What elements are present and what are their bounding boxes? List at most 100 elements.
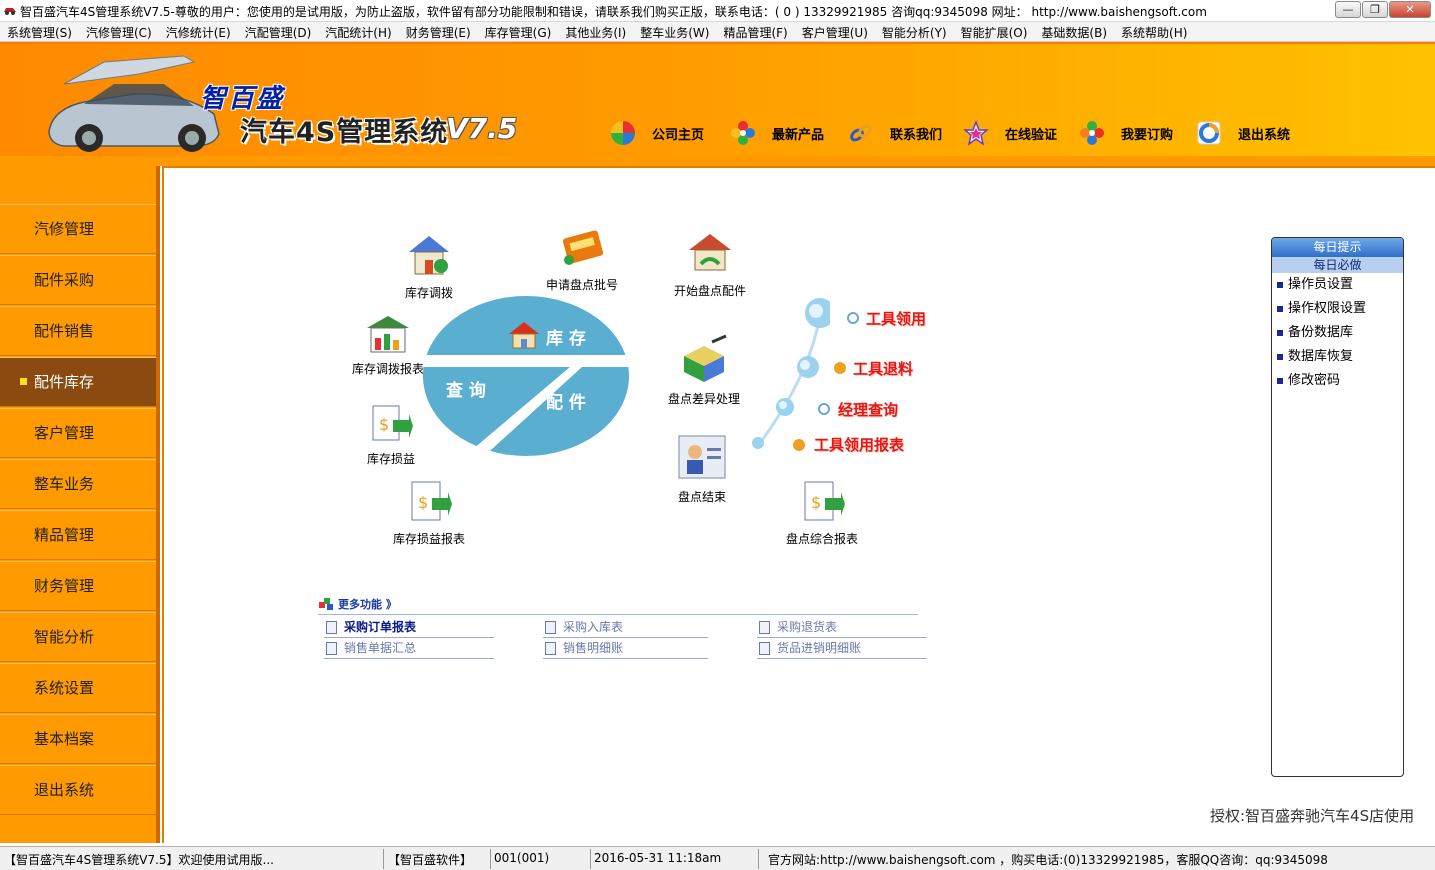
tip-operator-settings[interactable]: 操作员设置 <box>1272 273 1403 297</box>
stock-transfer-button[interactable]: 库存调拨 <box>398 232 460 301</box>
nav-new-products[interactable]: 最新产品 <box>730 118 824 148</box>
disc-left-text: 查 询 <box>446 381 486 401</box>
sidebar-item-customer[interactable]: 客户管理 <box>0 408 156 458</box>
menu-vehicle[interactable]: 整车业务(W) <box>633 22 716 41</box>
nav-online-verify[interactable]: 在线验证 <box>963 118 1057 148</box>
sidebar-item-boutique[interactable]: 精品管理 <box>0 510 156 560</box>
count-end-button[interactable]: 盘点结束 <box>664 430 740 505</box>
tip-label: 修改密码 <box>1288 373 1341 388</box>
money-arrow-report-icon: $ <box>411 481 452 521</box>
sidebar-item-finance[interactable]: 财务管理 <box>0 561 156 611</box>
menu-analysis[interactable]: 智能分析(Y) <box>875 22 954 41</box>
purchase-receipt-link[interactable]: 采购入库表 <box>543 618 708 638</box>
sidebar-item-sales[interactable]: 配件销售 <box>0 306 156 356</box>
tip-restore-database[interactable]: 数据库恢复 <box>1272 345 1403 369</box>
sidebar-item-analysis[interactable]: 智能分析 <box>0 612 156 662</box>
apply-count-batch-label: 申请盘点批号 <box>545 278 618 292</box>
count-summary-label: 盘点综合报表 <box>785 532 858 546</box>
more-functions-title[interactable]: 更多功能 》 <box>318 596 397 612</box>
document-icon <box>545 642 556 655</box>
close-button[interactable]: ✕ <box>1389 1 1431 18</box>
sales-summary-link[interactable]: 销售单据汇总 <box>324 639 494 659</box>
count-end-label: 盘点结束 <box>677 490 726 504</box>
sidebar-item-inventory[interactable]: 配件库存 <box>0 357 156 407</box>
disc-top-text: 库 存 <box>546 329 586 349</box>
nav-order[interactable]: 我要订购 <box>1079 118 1173 148</box>
money-arrow-icon: $ <box>372 405 413 441</box>
nav-order-label: 我要订购 <box>1121 127 1174 143</box>
sales-detail-link[interactable]: 销售明细账 <box>543 639 708 659</box>
menu-parts[interactable]: 汽配管理(D) <box>238 22 319 41</box>
chain-icon <box>850 124 872 142</box>
document-icon <box>759 642 770 655</box>
version-label: V7.5 <box>446 112 518 145</box>
document-icon <box>326 621 337 634</box>
star-icon <box>963 120 989 146</box>
start-count-button[interactable]: 开始盘点配件 <box>672 230 748 299</box>
nav-exit-system-label: 退出系统 <box>1238 127 1291 143</box>
purchase-order-report-link[interactable]: 采购订单报表 <box>324 618 494 638</box>
tip-change-password[interactable]: 修改密码 <box>1272 369 1403 393</box>
status-welcome: 【智百盛汽车4S管理系统V7.5】欢迎使用试用版... <box>4 853 274 867</box>
count-diff-button[interactable]: 盘点差异处理 <box>664 334 744 407</box>
nav-exit-system[interactable]: 退出系统 <box>1196 118 1290 148</box>
link-label: 采购退货表 <box>777 620 838 634</box>
menu-repair[interactable]: 汽修管理(C) <box>79 22 159 41</box>
stock-pl-report-button[interactable]: $ 库存损益报表 <box>390 478 468 547</box>
purchase-return-link[interactable]: 采购退货表 <box>757 618 927 638</box>
menu-repair-stats[interactable]: 汽修统计(E) <box>159 22 238 41</box>
sidebar-item-vehicle[interactable]: 整车业务 <box>0 459 156 509</box>
menu-boutique[interactable]: 精品管理(F) <box>716 22 794 41</box>
tool-issue-link[interactable]: 工具领用 <box>866 308 926 329</box>
goods-ledger-link[interactable]: 货品进销明细账 <box>757 639 927 659</box>
status-divider <box>758 849 759 869</box>
sidebar-item-label: 智能分析 <box>34 628 95 646</box>
tool-return-link[interactable]: 工具退料 <box>853 358 913 379</box>
menu-other[interactable]: 其他业务(I) <box>558 22 633 41</box>
menu-inventory[interactable]: 库存管理(G) <box>478 22 559 41</box>
menu-customer[interactable]: 客户管理(U) <box>795 22 875 41</box>
transfer-report-button[interactable]: 库存调拨报表 <box>348 314 428 377</box>
tool-issue-report-link[interactable]: 工具领用报表 <box>814 434 904 455</box>
link-label: 采购订单报表 <box>344 620 417 634</box>
tool-bullet-icon <box>834 362 846 374</box>
tip-permission-settings[interactable]: 操作权限设置 <box>1272 297 1403 321</box>
status-divider <box>590 849 591 869</box>
nav-contact-us[interactable]: 联系我们 <box>848 118 942 148</box>
house-icon <box>509 322 539 349</box>
sidebar-item-label: 系统设置 <box>34 679 95 697</box>
status-divider <box>383 849 384 869</box>
sidebar-item-repair[interactable]: 汽修管理 <box>0 204 156 254</box>
link-label: 销售单据汇总 <box>344 641 417 655</box>
menu-system[interactable]: 系统管理(S) <box>0 22 79 41</box>
apply-count-batch-button[interactable]: 申请盘点批号 <box>540 224 624 293</box>
nav-company-home[interactable]: 公司主页 <box>610 118 704 148</box>
sidebar-item-archives[interactable]: 基本档案 <box>0 714 156 764</box>
sidebar-item-settings[interactable]: 系统设置 <box>0 663 156 713</box>
bullet-icon <box>1277 306 1283 312</box>
manager-query-link[interactable]: 经理查询 <box>838 399 898 420</box>
menu-finance[interactable]: 财务管理(E) <box>399 22 478 41</box>
nav-company-home-label: 公司主页 <box>652 127 705 143</box>
sidebar-item-purchase[interactable]: 配件采购 <box>0 255 156 305</box>
menu-parts-stats[interactable]: 汽配统计(H) <box>318 22 398 41</box>
stock-pl-label: 库存损益 <box>366 452 415 466</box>
document-icon <box>326 642 337 655</box>
color-wheel-icon <box>731 121 755 145</box>
ticket-icon <box>562 230 604 265</box>
sidebar-item-exit[interactable]: 退出系统 <box>0 765 156 815</box>
sidebar-item-label: 整车业务 <box>34 475 95 493</box>
menu-help[interactable]: 系统帮助(H) <box>1114 22 1194 41</box>
count-summary-button[interactable]: $ 盘点综合报表 <box>782 478 862 547</box>
stock-pl-button[interactable]: $ 库存损益 <box>364 402 418 467</box>
tip-backup-database[interactable]: 备份数据库 <box>1272 321 1403 345</box>
minimize-button[interactable]: — <box>1335 1 1361 18</box>
house-cycle-icon <box>689 234 731 271</box>
status-company: 【智百盛软件】 <box>388 853 473 867</box>
menu-basic-data[interactable]: 基础数据(B) <box>1034 22 1114 41</box>
count-diff-label: 盘点差异处理 <box>667 392 740 406</box>
menu-extension[interactable]: 智能扩展(O) <box>954 22 1035 41</box>
maximize-button[interactable]: ❐ <box>1362 1 1388 18</box>
person-card-icon <box>678 435 726 479</box>
sidebar: 汽修管理 配件采购 配件销售 配件库存 客户管理 整车业务 精品管理 财务管理 … <box>0 156 160 843</box>
